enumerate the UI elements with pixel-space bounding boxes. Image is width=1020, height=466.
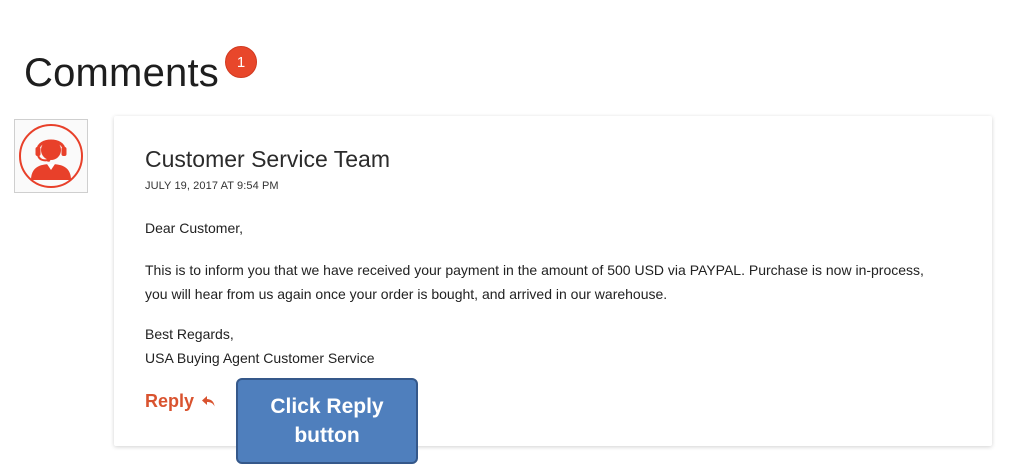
callout-line: button (294, 424, 360, 447)
callout-line: Click Reply (270, 395, 384, 418)
comment-date: JULY 19, 2017 AT 9:54 PM (145, 180, 279, 192)
instruction-callout: Click Reply button (236, 378, 418, 464)
comment-paragraph-line: you will hear from us again once your or… (145, 286, 668, 302)
reply-button[interactable]: Reply (145, 391, 216, 412)
signoff-line: Best Regards, (145, 326, 234, 342)
comments-section: Comments 1 Customer Service Team JULY 19… (0, 0, 1020, 466)
comment-paragraph-line: This is to inform you that we have recei… (145, 262, 924, 278)
avatar (14, 119, 88, 193)
signoff-line: USA Buying Agent Customer Service (145, 350, 375, 366)
comments-heading: Comments 1 (24, 46, 257, 96)
reply-label: Reply (145, 391, 195, 411)
comment-greeting: Dear Customer, (145, 220, 244, 236)
reply-arrow-icon (201, 395, 216, 408)
comment-author: Customer Service Team (145, 146, 390, 172)
comment-count-badge: 1 (224, 46, 257, 78)
comments-title: Comments (24, 51, 219, 95)
customer-service-headset-icon (19, 124, 83, 188)
comment-paragraph: This is to inform you that we have recei… (145, 258, 965, 306)
comment-signoff: Best Regards, USA Buying Agent Customer … (145, 322, 375, 370)
